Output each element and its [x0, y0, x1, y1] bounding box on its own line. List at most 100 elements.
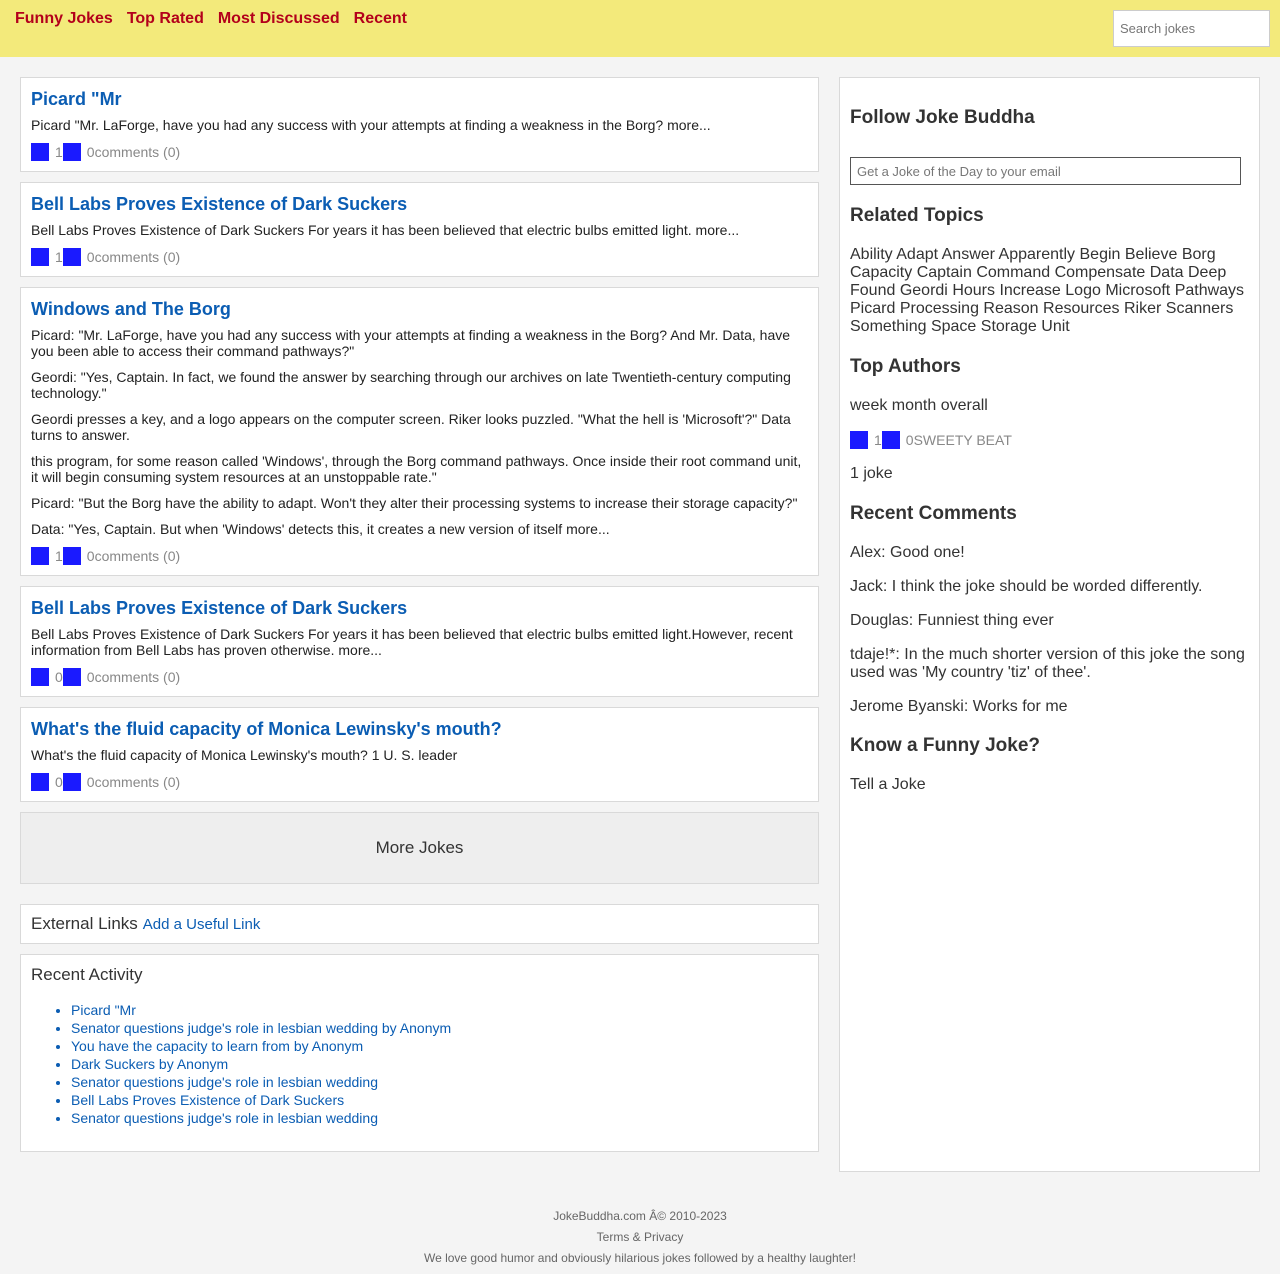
- joke-title[interactable]: Picard "Mr: [31, 88, 808, 110]
- activity-item: Senator questions judge's role in lesbia…: [71, 1019, 808, 1037]
- footer-links[interactable]: Terms & Privacy: [0, 1227, 1280, 1248]
- thumbs-down-icon[interactable]: [62, 547, 81, 565]
- comments-link[interactable]: comments (0): [95, 548, 181, 564]
- recent-comments-title: Recent Comments: [850, 503, 1017, 524]
- activity-link[interactable]: Senator questions judge's role in lesbia…: [71, 1020, 451, 1036]
- topic-link[interactable]: Command: [976, 264, 1050, 281]
- joke-card: What's the fluid capacity of Monica Lewi…: [20, 707, 819, 802]
- comments-link[interactable]: comments (0): [95, 144, 181, 160]
- author-joke-count: 1 joke: [850, 465, 893, 482]
- comment-item: Jerome Byanski: Works for me: [850, 698, 1068, 715]
- nav-top-rated[interactable]: Top Rated: [127, 9, 204, 28]
- topic-link[interactable]: Hours: [952, 282, 995, 299]
- topic-link[interactable]: Deep: [1188, 264, 1226, 281]
- thumbs-down-icon[interactable]: [62, 143, 81, 161]
- upvote-count: 1: [55, 249, 63, 265]
- search-input[interactable]: [1113, 10, 1270, 47]
- topic-link[interactable]: Pathways: [1175, 282, 1244, 299]
- topic-link[interactable]: Data: [1150, 264, 1184, 281]
- topic-link[interactable]: Apparently: [999, 246, 1076, 263]
- activity-link[interactable]: Bell Labs Proves Existence of Dark Sucke…: [71, 1092, 344, 1108]
- more-link[interactable]: more...: [667, 117, 711, 133]
- topic-link[interactable]: Believe: [1125, 246, 1177, 263]
- comments-link[interactable]: comments (0): [95, 774, 181, 790]
- topic-link[interactable]: Found: [850, 282, 895, 299]
- topic-link[interactable]: Unit: [1041, 318, 1069, 335]
- topic-link[interactable]: Ability: [850, 246, 893, 263]
- thumbs-up-icon[interactable]: [31, 248, 49, 266]
- nav-recent[interactable]: Recent: [354, 9, 407, 28]
- nav-funny-jokes[interactable]: Funny Jokes: [15, 9, 113, 28]
- footer-copyright: JokeBuddha.com Â© 2010-2023: [553, 1209, 727, 1223]
- topic-link[interactable]: Space: [931, 318, 976, 335]
- thumbs-down-icon[interactable]: [62, 773, 81, 791]
- footer-tagline: We love good humor and obviously hilario…: [423, 1251, 857, 1265]
- author-period-tabs[interactable]: week month overall: [850, 397, 1250, 415]
- downvote-count: 0: [86, 548, 95, 564]
- topic-link[interactable]: Increase: [999, 282, 1060, 299]
- topic-link[interactable]: Capacity: [850, 264, 912, 281]
- more-jokes-button[interactable]: More Jokes: [20, 812, 819, 884]
- topic-link[interactable]: Borg: [1182, 246, 1216, 263]
- upvote-count: 1: [55, 144, 63, 160]
- joke-meta: 0 0 comments (0): [31, 668, 808, 686]
- activity-link[interactable]: Dark Suckers by Anonym: [71, 1056, 228, 1072]
- topic-link[interactable]: Answer: [942, 246, 995, 263]
- topic-link[interactable]: Picard: [850, 300, 895, 317]
- activity-link[interactable]: Senator questions judge's role in lesbia…: [71, 1110, 378, 1126]
- topic-link[interactable]: Compensate: [1055, 264, 1146, 281]
- activity-link[interactable]: You have the capacity to learn from by A…: [71, 1038, 363, 1054]
- joke-card: Picard "Mr Picard "Mr. LaForge, have you …: [20, 77, 819, 172]
- topic-link[interactable]: Resources: [1043, 300, 1119, 317]
- nav-most-discussed[interactable]: Most Discussed: [218, 9, 340, 28]
- topic-link[interactable]: Microsoft: [1105, 282, 1170, 299]
- more-link[interactable]: more...: [696, 222, 740, 238]
- thumbs-up-icon[interactable]: [31, 668, 49, 686]
- more-link[interactable]: more...: [566, 521, 610, 537]
- tell-joke-link[interactable]: Tell a Joke: [850, 776, 1250, 794]
- recent-activity-title: Recent Activity: [31, 965, 143, 984]
- joke-meta: 0 0 comments (0): [31, 773, 808, 791]
- topic-link[interactable]: Storage: [981, 318, 1037, 335]
- topic-link[interactable]: Captain: [917, 264, 972, 281]
- thumbs-up-icon[interactable]: [31, 773, 49, 791]
- activity-link[interactable]: Picard "Mr: [71, 1002, 136, 1018]
- related-topics-title: Related Topics: [850, 205, 984, 226]
- add-useful-link[interactable]: Add a Useful Link: [143, 916, 261, 933]
- comment-item: tdaje!*: In the much shorter version of …: [850, 646, 1245, 681]
- thumbs-down-icon[interactable]: [62, 668, 81, 686]
- topic-link[interactable]: Processing: [900, 300, 979, 317]
- activity-link[interactable]: Senator questions judge's role in lesbia…: [71, 1074, 378, 1090]
- author-upvotes: 1: [874, 432, 882, 448]
- activity-item: You have the capacity to learn from by A…: [71, 1037, 808, 1055]
- thumbs-down-icon[interactable]: [62, 248, 81, 266]
- comments-link[interactable]: comments (0): [95, 249, 181, 265]
- topic-link[interactable]: Reason: [983, 300, 1038, 317]
- joke-text: Picard: "But the Borg have the ability t…: [31, 495, 808, 511]
- external-links: External Links Add a Useful Link: [20, 904, 819, 944]
- comment-item: Jack: I think the joke should be worded …: [850, 578, 1203, 595]
- topic-link[interactable]: Adapt: [896, 246, 938, 263]
- joke-title[interactable]: What's the fluid capacity of Monica Lewi…: [31, 718, 808, 740]
- joke-title[interactable]: Bell Labs Proves Existence of Dark Sucke…: [31, 597, 808, 619]
- joke-title[interactable]: Windows and The Borg: [31, 298, 808, 320]
- email-subscribe-input[interactable]: [850, 157, 1241, 185]
- more-link[interactable]: more...: [338, 642, 382, 658]
- joke-paragraph: Geordi presses a key, and a logo appears…: [31, 411, 791, 443]
- topic-link[interactable]: Logo: [1065, 282, 1101, 299]
- thumbs-up-icon[interactable]: [31, 547, 49, 565]
- thumbs-up-icon[interactable]: [31, 143, 49, 161]
- topic-link[interactable]: Something: [850, 318, 927, 335]
- topic-link[interactable]: Begin: [1080, 246, 1121, 263]
- author-name[interactable]: SWEETY BEAT: [914, 432, 1012, 448]
- thumbs-down-icon[interactable]: [881, 431, 900, 449]
- comments-link[interactable]: comments (0): [95, 669, 181, 685]
- joke-paragraph: this program, for some reason called 'Wi…: [31, 453, 802, 485]
- top-authors-title: Top Authors: [850, 356, 961, 377]
- joke-paragraph: Picard "Mr. LaForge, have you had any su…: [31, 117, 664, 133]
- topic-link[interactable]: Riker: [1124, 300, 1161, 317]
- topic-link[interactable]: Geordi: [900, 282, 948, 299]
- thumbs-up-icon[interactable]: [850, 431, 868, 449]
- joke-title[interactable]: Bell Labs Proves Existence of Dark Sucke…: [31, 193, 808, 215]
- topic-link[interactable]: Scanners: [1166, 300, 1234, 317]
